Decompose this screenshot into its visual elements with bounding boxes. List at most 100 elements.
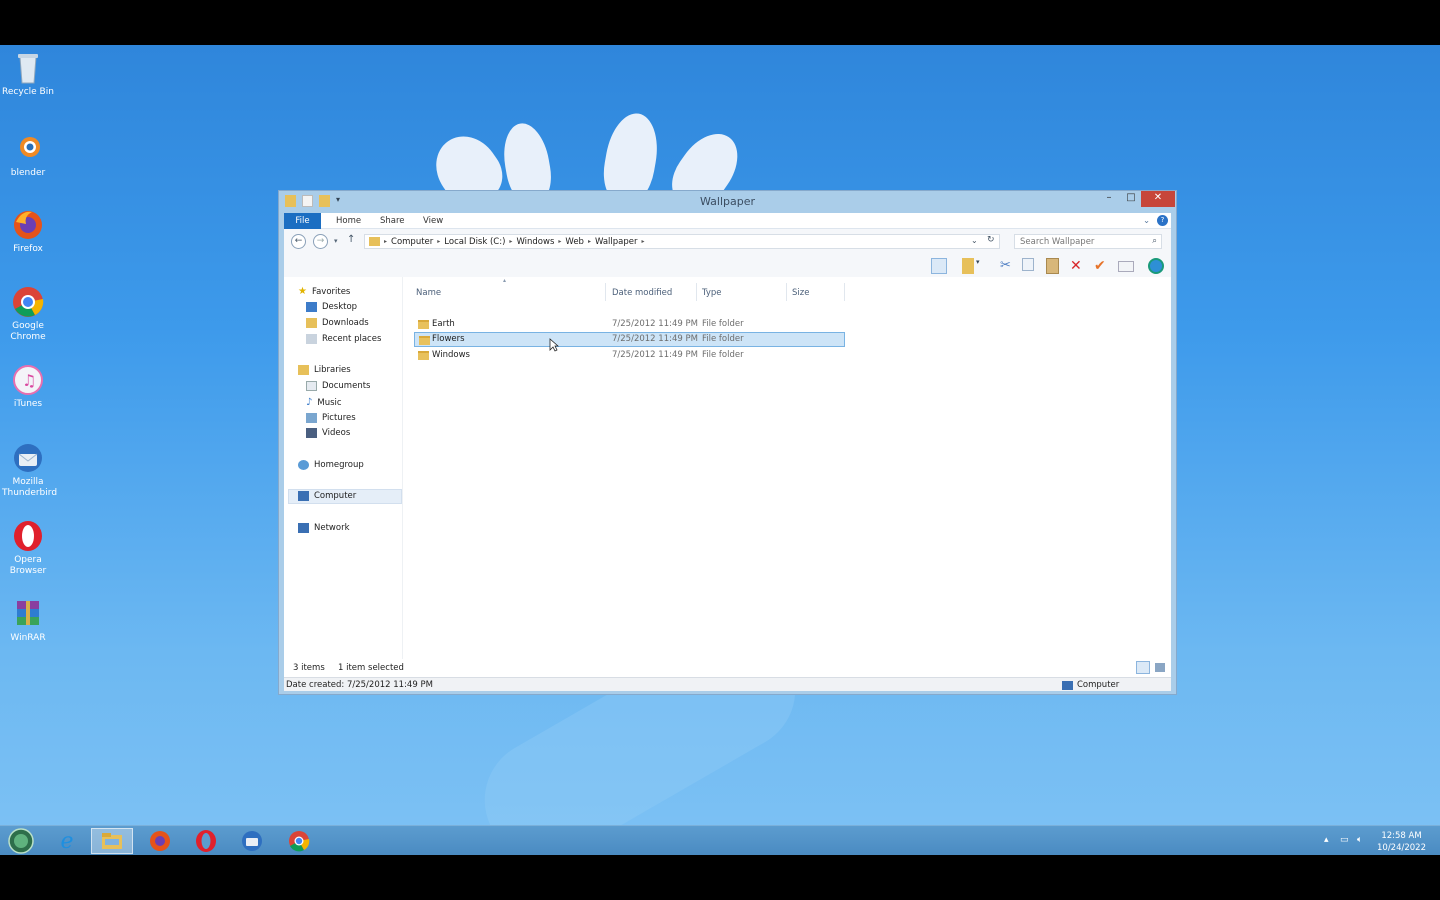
breadcrumb-wallpaper[interactable]: Wallpaper (595, 237, 638, 247)
large-icons-view-icon[interactable] (1155, 663, 1165, 672)
opera-icon (196, 830, 216, 852)
network-tray-icon[interactable]: ▭ (1340, 835, 1349, 845)
breadcrumb-separator-icon[interactable]: ▸ (588, 238, 591, 245)
file-date: 7/25/2012 11:49 PM (612, 334, 698, 344)
checkmark-icon[interactable]: ✔ (1094, 258, 1110, 274)
desktop-icon-firefox[interactable]: Firefox (2, 208, 54, 255)
column-separator[interactable] (844, 283, 845, 301)
column-separator[interactable] (786, 283, 787, 301)
breadcrumb-separator-icon[interactable]: ▸ (384, 238, 387, 245)
nav-pictures[interactable]: Pictures (306, 413, 356, 423)
show-hidden-icons-button[interactable]: ▴ (1324, 835, 1329, 845)
taskbar-thunderbird[interactable] (231, 828, 273, 854)
taskbar-firefox[interactable] (139, 828, 181, 854)
details-view-icon[interactable] (1136, 661, 1150, 674)
desktop-icon-thunderbird[interactable]: Mozilla Thunderbird (2, 441, 57, 499)
desktop-icon-itunes[interactable]: ♫ iTunes (2, 363, 54, 410)
breadcrumb-separator-icon[interactable]: ▸ (509, 238, 512, 245)
address-dropdown-icon[interactable]: ⌄ (971, 236, 978, 245)
search-icon[interactable]: ⌕ (1152, 236, 1157, 246)
copy-icon[interactable] (1022, 258, 1034, 271)
tab-view[interactable]: View (423, 216, 443, 226)
taskbar-chrome[interactable] (278, 828, 320, 854)
minimize-button[interactable]: – (1097, 191, 1121, 207)
search-placeholder: Search Wallpaper (1020, 237, 1095, 247)
file-row-windows[interactable]: Windows 7/25/2012 11:49 PM File folder (414, 348, 845, 363)
column-header-date-modified[interactable]: Date modified (612, 288, 672, 298)
column-header-size[interactable]: Size (792, 288, 809, 298)
up-button[interactable]: ↑ (347, 234, 355, 245)
file-list: ▴ Name Date modified Type Size Earth 7/2… (406, 277, 1166, 659)
tab-share[interactable]: Share (380, 216, 405, 226)
column-header-type[interactable]: Type (702, 288, 722, 298)
desktop-icon-recycle-bin[interactable]: Recycle Bin (2, 51, 54, 98)
tab-file[interactable]: File (284, 213, 321, 229)
nav-desktop[interactable]: Desktop (306, 302, 357, 312)
blender-icon (11, 132, 45, 166)
location-label: Computer (1077, 680, 1120, 690)
file-row-flowers[interactable]: Flowers 7/25/2012 11:49 PM File folder (414, 332, 845, 347)
file-explorer-icon (102, 833, 122, 849)
recent-locations-icon[interactable]: ▾ (334, 237, 338, 245)
nav-videos[interactable]: Videos (306, 428, 350, 438)
nav-recent-places[interactable]: Recent places (306, 334, 381, 344)
nav-label: Computer (314, 491, 357, 501)
desktop-icon-blender[interactable]: blender (2, 132, 54, 179)
desktop-icon-opera[interactable]: Opera Browser (2, 519, 54, 577)
breadcrumb-separator-icon[interactable]: ▸ (437, 238, 440, 245)
nav-music[interactable]: ♪ Music (306, 397, 342, 408)
forward-button[interactable]: → (313, 234, 328, 249)
nav-downloads[interactable]: Downloads (306, 318, 369, 328)
title-bar[interactable]: ▾ Wallpaper – □ ✕ (279, 191, 1176, 213)
globe-icon[interactable] (1148, 258, 1164, 274)
tab-home[interactable]: Home (336, 216, 361, 226)
breadcrumb-separator-icon[interactable]: ▸ (558, 238, 561, 245)
chrome-icon (11, 285, 45, 319)
expand-ribbon-icon[interactable]: ⌄ (1143, 216, 1150, 226)
start-button[interactable] (0, 828, 42, 854)
rename-icon[interactable] (1118, 261, 1134, 272)
desktop-icon-google-chrome[interactable]: Google Chrome (2, 285, 54, 343)
preview-pane-icon[interactable] (931, 258, 947, 274)
nav-label: Downloads (322, 318, 369, 328)
column-separator[interactable] (696, 283, 697, 301)
paste-icon[interactable] (1046, 258, 1059, 274)
help-icon[interactable]: ? (1157, 215, 1168, 226)
nav-computer[interactable]: Computer (298, 491, 356, 501)
close-button[interactable]: ✕ (1141, 191, 1175, 207)
breadcrumb-computer[interactable]: Computer (391, 237, 433, 247)
nav-documents[interactable]: Documents (306, 381, 370, 391)
refresh-icon[interactable]: ↻ (987, 235, 995, 245)
organize-icon[interactable] (962, 258, 974, 274)
taskbar-opera[interactable] (185, 828, 227, 854)
nav-favorites[interactable]: ★ Favorites (298, 286, 350, 297)
breadcrumb-local-disk[interactable]: Local Disk (C:) (444, 237, 505, 247)
taskbar-file-explorer[interactable] (91, 828, 133, 854)
breadcrumb-separator-icon[interactable]: ▸ (642, 238, 645, 245)
downloads-icon (306, 318, 317, 328)
taskbar-internet-explorer[interactable]: e (46, 828, 88, 854)
nav-network[interactable]: Network (298, 523, 350, 533)
chevron-down-icon[interactable]: ▾ (976, 258, 992, 274)
delete-icon[interactable]: ✕ (1070, 258, 1086, 274)
system-clock[interactable]: 12:58 AM 10/24/2022 (1377, 830, 1426, 854)
file-row-earth[interactable]: Earth 7/25/2012 11:49 PM File folder (414, 317, 845, 332)
nav-libraries[interactable]: Libraries (298, 365, 351, 375)
file-type: File folder (702, 319, 744, 329)
cut-icon[interactable]: ✂ (1000, 258, 1016, 274)
column-header-name[interactable]: Name (416, 288, 441, 298)
nav-homegroup[interactable]: Homegroup (298, 460, 364, 470)
search-input[interactable]: Search Wallpaper ⌕ (1014, 234, 1162, 249)
network-icon (298, 523, 309, 533)
column-separator[interactable] (605, 283, 606, 301)
breadcrumb-windows[interactable]: Windows (516, 237, 554, 247)
back-button[interactable]: ← (291, 234, 306, 249)
maximize-button[interactable]: □ (1119, 191, 1143, 207)
breadcrumb-web[interactable]: Web (565, 237, 584, 247)
videos-icon (306, 428, 317, 438)
address-bar[interactable]: ▸ Computer ▸ Local Disk (C:) ▸ Windows ▸… (364, 234, 1000, 249)
pane-divider[interactable] (402, 277, 403, 659)
desktop-icon-winrar[interactable]: WinRAR (2, 597, 54, 644)
volume-icon[interactable]: 🔈︎ (1357, 835, 1362, 845)
file-name: Earth (432, 319, 455, 329)
